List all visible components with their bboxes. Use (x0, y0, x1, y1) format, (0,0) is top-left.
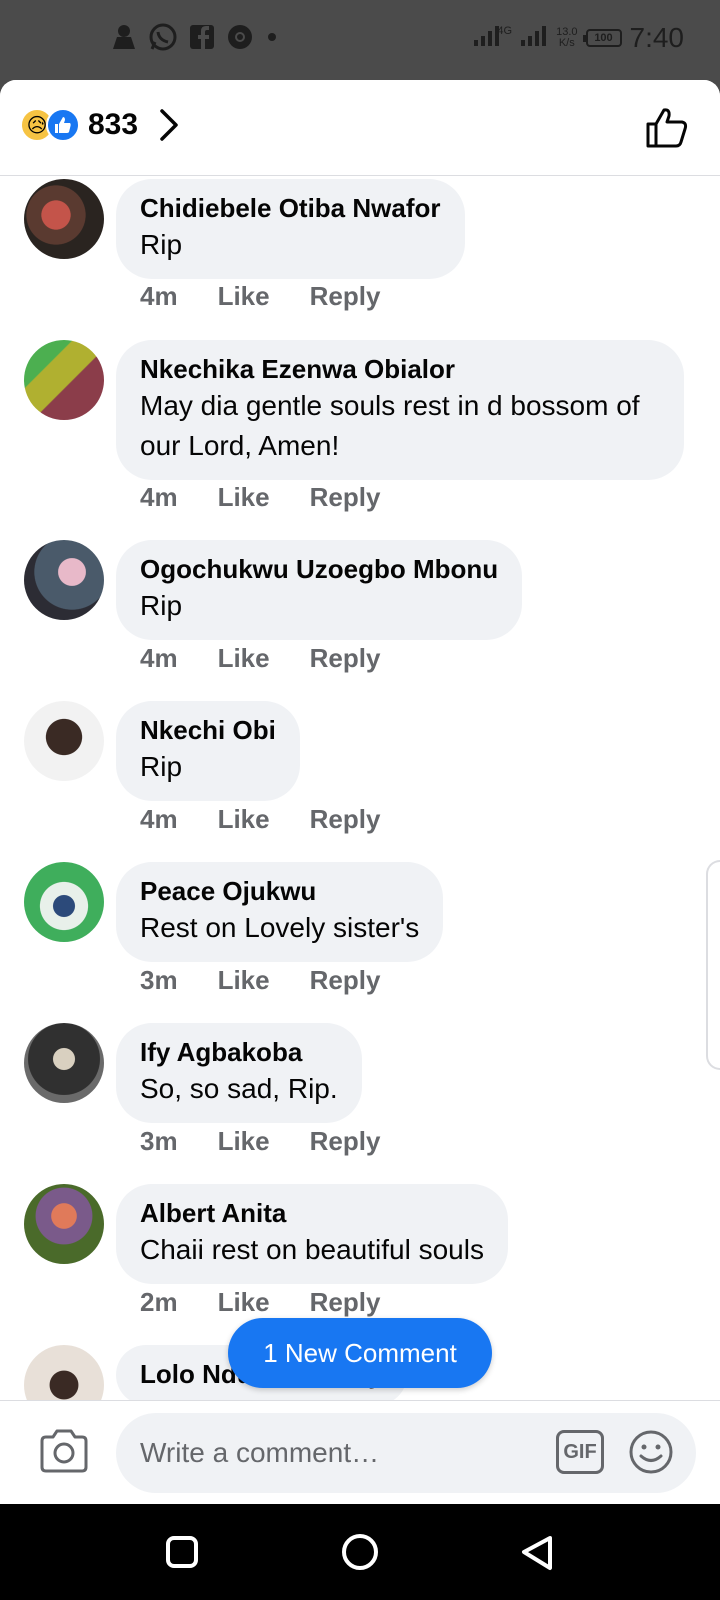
notification-person-icon (110, 23, 138, 51)
comment-author[interactable]: Peace Ojukwu (140, 874, 419, 908)
camera-button[interactable] (38, 1427, 90, 1480)
avatar[interactable] (24, 340, 104, 420)
comment-time: 4m (140, 643, 178, 673)
recents-button[interactable] (164, 1534, 200, 1575)
gif-button[interactable]: GIF (556, 1430, 604, 1474)
chevron-right-icon[interactable] (158, 108, 180, 142)
comment-author[interactable]: Nkechika Ezenwa Obialor (140, 352, 660, 386)
square-icon (166, 1536, 198, 1568)
comment-actions: 4m Like Reply (140, 643, 380, 674)
clock: 7:40 (629, 22, 685, 53)
like-link[interactable]: Like (218, 281, 270, 312)
reply-link[interactable]: Reply (310, 1287, 381, 1318)
signal-icon (520, 24, 548, 53)
comment-time: 4m (140, 482, 178, 512)
comment-time: 4m (140, 804, 178, 834)
comment-bubble[interactable]: Chidiebele Otiba Nwafor Rip (116, 179, 465, 279)
comment-actions: 4m Like Reply (140, 482, 380, 513)
whatsapp-icon (148, 22, 178, 52)
comment-text: Rip (140, 751, 183, 782)
thumbs-up-icon (646, 108, 688, 148)
battery-icon: 100 (582, 29, 622, 47)
facebook-icon (188, 23, 216, 51)
like-post-button[interactable] (644, 104, 690, 155)
comment-author[interactable]: Ogochukwu Uzoegbo Mbonu (140, 552, 498, 586)
comment-text: Rest on Lovely sister's (140, 912, 420, 943)
like-link[interactable]: Like (218, 965, 270, 996)
reply-link[interactable]: Reply (310, 1126, 381, 1157)
comment-bubble[interactable]: Ogochukwu Uzoegbo Mbonu Rip (116, 540, 523, 640)
avatar[interactable] (24, 179, 104, 259)
comment-actions: 3m Like Reply (140, 965, 380, 996)
comment-input[interactable] (140, 1433, 520, 1473)
network-type: 4G (497, 24, 513, 37)
like-link[interactable]: Like (218, 804, 270, 835)
camera-icon (40, 1429, 88, 1473)
status-bar: 4G 13.0 K/s 100 7:40 (0, 0, 720, 80)
notification-icons (110, 22, 280, 52)
side-panel-handle[interactable] (706, 860, 720, 1070)
reaction-count: 833 (88, 108, 139, 141)
like-link[interactable]: Like (218, 482, 270, 513)
network-speed: 13.0 K/s (556, 27, 577, 49)
comment-actions: 3m Like Reply (140, 1126, 380, 1157)
comment-bubble[interactable]: Ify Agbakoba So, so sad, Rip. (116, 1023, 362, 1123)
reply-link[interactable]: Reply (310, 482, 381, 513)
avatar[interactable] (24, 1184, 104, 1264)
reply-link[interactable]: Reply (310, 965, 381, 996)
comment-bubble[interactable]: Nkechi Obi Rip (116, 701, 300, 801)
avatar[interactable] (24, 1345, 104, 1400)
comment-author[interactable]: Ify Agbakoba (140, 1035, 338, 1069)
comment-input-wrapper[interactable]: GIF (116, 1413, 696, 1493)
comments-sheet: 😥 833 Chidiebele Otiba Nwafor Rip 4m Lik… (0, 80, 720, 1504)
status-right: 4G 13.0 K/s 100 7:40 (473, 22, 684, 54)
comment-bubble[interactable]: Nkechika Ezenwa Obialor May dia gentle s… (116, 340, 684, 480)
system-nav-bar (0, 1504, 720, 1600)
network-speed-unit: K/s (558, 37, 575, 49)
triangle-back-icon (522, 1536, 552, 1570)
comment-actions: 4m Like Reply (140, 281, 380, 312)
comment-time: 4m (140, 281, 178, 311)
reply-link[interactable]: Reply (310, 281, 381, 312)
reply-link[interactable]: Reply (310, 804, 381, 835)
emoji-button[interactable] (628, 1429, 674, 1480)
avatar[interactable] (24, 1023, 104, 1103)
chrome-icon (226, 23, 254, 51)
comment-list[interactable]: Chidiebele Otiba Nwafor Rip 4m Like Repl… (0, 177, 720, 1400)
circle-icon (342, 1534, 378, 1570)
dot-icon (264, 29, 280, 45)
comment-text: Chaii rest on beautiful souls (140, 1234, 484, 1265)
comment-composer: GIF (0, 1400, 720, 1504)
comment-author[interactable]: Nkechi Obi (140, 713, 276, 747)
comment-bubble[interactable]: Albert Anita Chaii rest on beautiful sou… (116, 1184, 508, 1284)
like-reaction-icon (46, 108, 80, 142)
comment-author[interactable]: Albert Anita (140, 1196, 484, 1230)
home-button[interactable] (340, 1534, 380, 1579)
reactions-bar: 😥 833 (0, 80, 720, 176)
avatar[interactable] (24, 540, 104, 620)
back-button[interactable] (518, 1534, 558, 1579)
avatar[interactable] (24, 862, 104, 942)
comment-time: 3m (140, 1126, 178, 1156)
comment-actions: 2m Like Reply (140, 1287, 380, 1318)
new-comment-button[interactable]: 1 New Comment (228, 1318, 492, 1388)
comment-text: Rip (140, 590, 183, 621)
comment-text: May dia gentle souls rest in d bossom of… (140, 390, 640, 461)
reactions-summary[interactable]: 😥 833 (20, 108, 180, 142)
comment-text: Rip (140, 229, 183, 260)
comment-time: 2m (140, 1287, 178, 1317)
comment-actions: 4m Like Reply (140, 804, 380, 835)
like-link[interactable]: Like (218, 643, 270, 674)
comment-bubble[interactable]: Peace Ojukwu Rest on Lovely sister's (116, 862, 444, 962)
smiley-icon (629, 1430, 673, 1474)
avatar[interactable] (24, 701, 104, 781)
comment-text: So, so sad, Rip. (140, 1073, 338, 1104)
like-link[interactable]: Like (218, 1126, 270, 1157)
reply-link[interactable]: Reply (310, 643, 381, 674)
like-link[interactable]: Like (218, 1287, 270, 1318)
comment-author[interactable]: Chidiebele Otiba Nwafor (140, 191, 441, 225)
comment-time: 3m (140, 965, 178, 995)
